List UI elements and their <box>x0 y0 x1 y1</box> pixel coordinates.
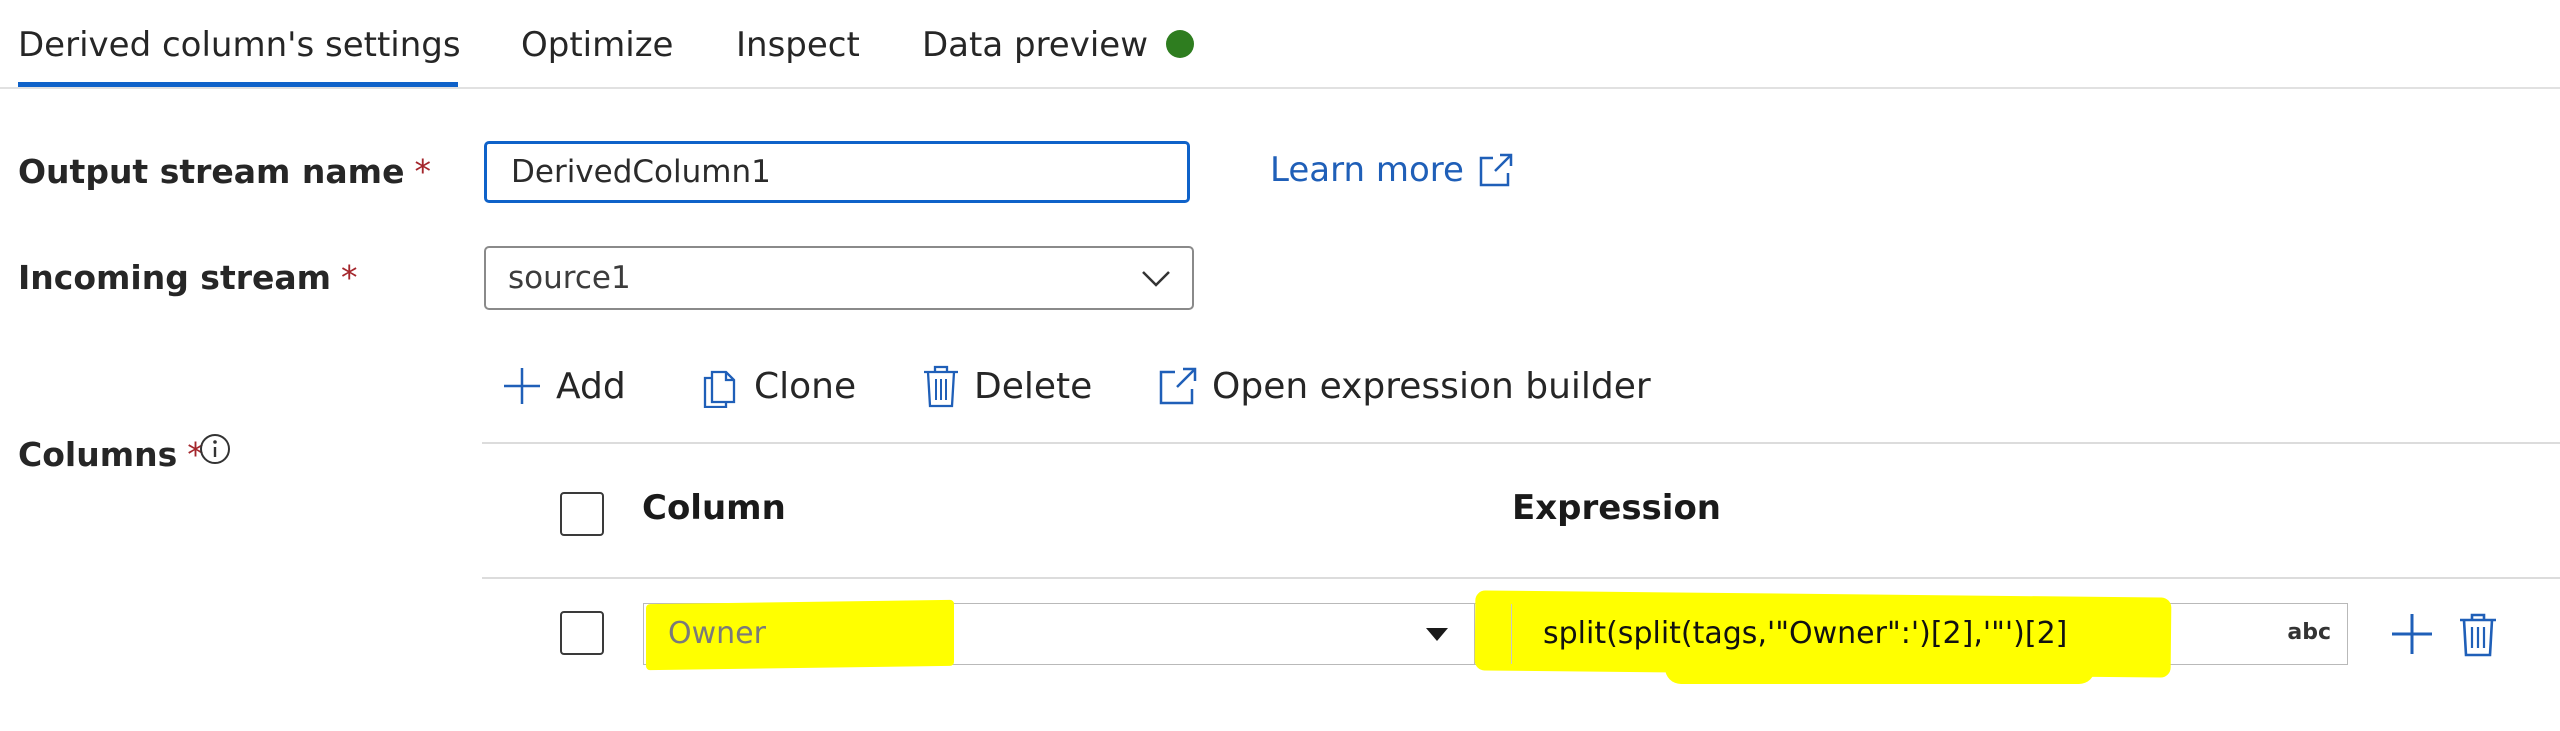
chevron-down-icon <box>1142 271 1170 287</box>
external-link-icon <box>1479 153 1513 187</box>
open-expression-builder-button[interactable]: Open expression builder <box>1158 358 1651 414</box>
data-type-badge: abc <box>2287 620 2331 645</box>
clone-label: Clone <box>754 365 857 407</box>
required-mark: * <box>414 152 431 191</box>
trash-icon <box>924 365 958 408</box>
open-expression-builder-label: Open expression builder <box>1212 365 1651 407</box>
toolbar-divider <box>482 442 2560 444</box>
row-checkbox[interactable] <box>560 611 604 655</box>
tab-separator <box>0 87 2560 89</box>
column-name-select[interactable]: Owner <box>643 599 1477 671</box>
delete-label: Delete <box>974 365 1093 407</box>
add-button[interactable]: Add <box>502 358 626 414</box>
incoming-stream-value: source1 <box>508 260 631 296</box>
columns-label: Columns * <box>18 435 204 474</box>
required-mark: * <box>341 258 358 297</box>
plus-icon <box>504 368 540 404</box>
output-stream-label: Output stream name * <box>18 152 431 191</box>
output-stream-name-input[interactable] <box>484 141 1190 203</box>
select-all-checkbox[interactable] <box>560 492 604 536</box>
header-divider <box>482 577 2560 579</box>
incoming-stream-label-text: Incoming stream <box>18 258 332 297</box>
add-label: Add <box>556 365 626 407</box>
tab-inspect[interactable]: Inspect <box>736 18 860 72</box>
add-row-icon[interactable] <box>2388 610 2436 658</box>
incoming-stream-label: Incoming stream * <box>18 258 358 297</box>
expression-input[interactable]: split(split(tags,'"Owner":')[2],'"')[2] … <box>1474 590 2348 684</box>
incoming-stream-select[interactable]: source1 <box>484 246 1194 310</box>
tab-derived-column-settings[interactable]: Derived column's settings <box>18 18 461 72</box>
column-name-value: Owner <box>668 616 766 651</box>
output-stream-label-text: Output stream name <box>18 152 405 191</box>
expression-value: split(split(tags,'"Owner":')[2],'"')[2] <box>1543 616 2068 651</box>
delete-button[interactable]: Delete <box>922 358 1092 414</box>
tab-optimize[interactable]: Optimize <box>521 18 673 72</box>
clone-button[interactable]: Clone <box>700 358 856 414</box>
data-preview-status-dot <box>1166 30 1194 58</box>
tab-data-preview[interactable]: Data preview <box>922 18 1148 72</box>
learn-more-label: Learn more <box>1270 150 1464 190</box>
column-header: Column <box>642 488 786 528</box>
info-icon[interactable] <box>198 432 232 466</box>
columns-label-text: Columns <box>18 435 178 474</box>
expression-header: Expression <box>1512 488 1722 528</box>
copy-icon <box>703 370 736 408</box>
learn-more-link[interactable]: Learn more <box>1270 150 1514 190</box>
caret-down-icon <box>1426 628 1448 641</box>
delete-row-icon[interactable] <box>2454 610 2502 658</box>
external-link-icon <box>1159 367 1197 405</box>
